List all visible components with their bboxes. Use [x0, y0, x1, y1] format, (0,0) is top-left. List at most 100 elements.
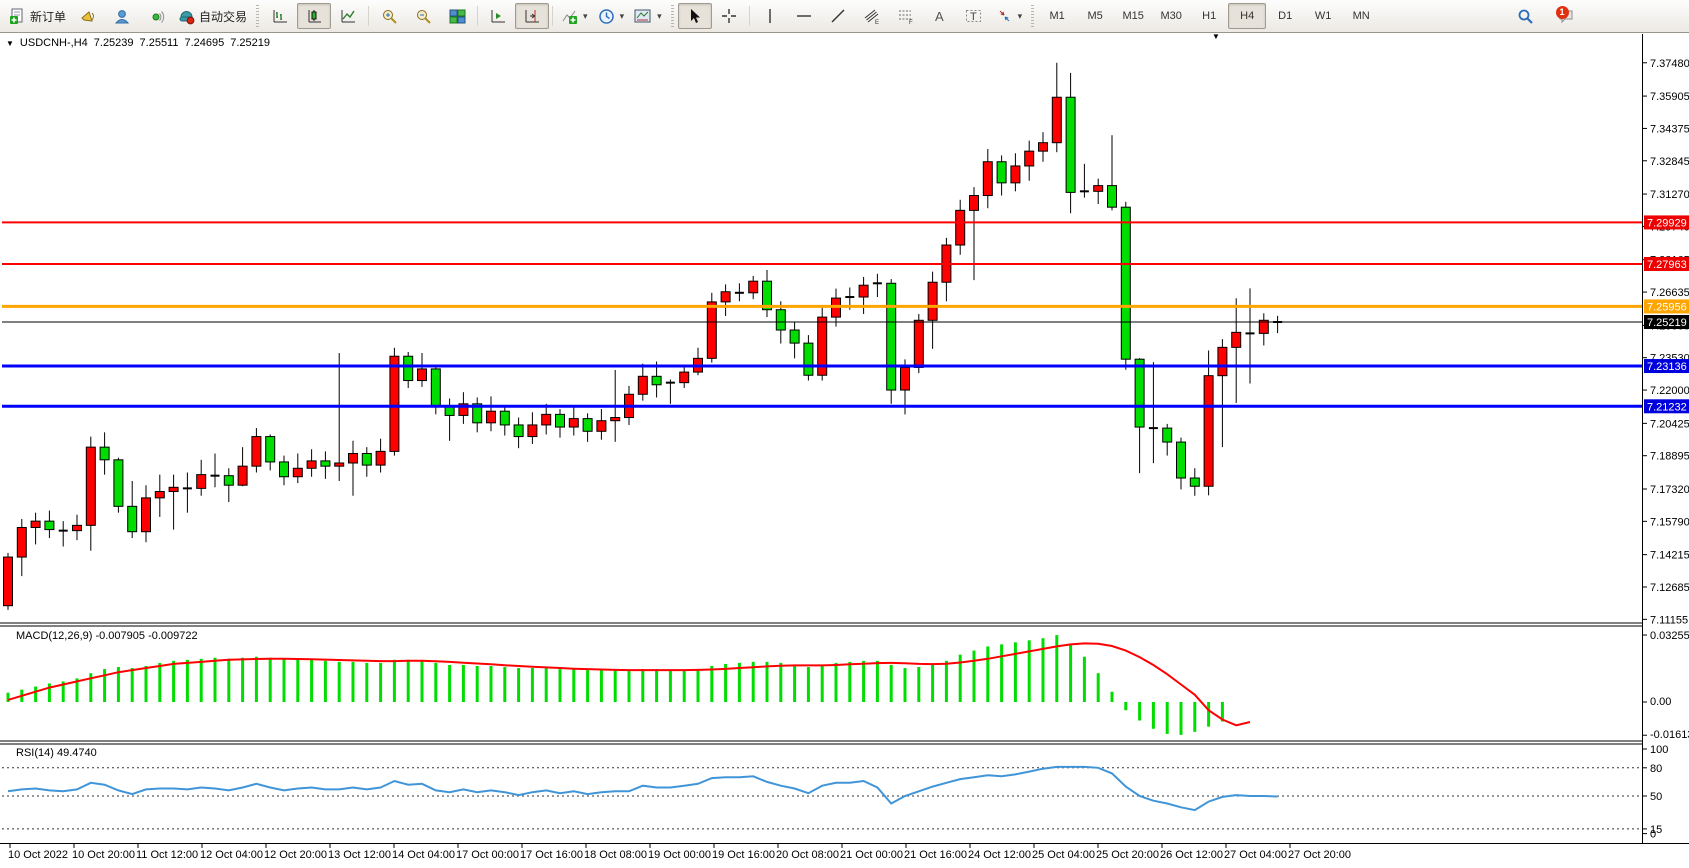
price-badge-label: 7.27963 [1647, 259, 1687, 271]
toolbar-grip [1031, 5, 1034, 27]
timeframe-button-M5[interactable]: M5 [1076, 3, 1114, 29]
price-tick-label: 7.15790 [1650, 516, 1689, 528]
chart-shift-icon [523, 8, 541, 24]
svg-text:T: T [970, 11, 977, 23]
time-tick-label: 21 Oct 00:00 [840, 849, 903, 861]
autotrade-button[interactable]: 自动交易 [173, 3, 252, 29]
community-button[interactable] [105, 3, 139, 29]
chart-menu-icon[interactable]: ▼ [6, 39, 14, 48]
clock-icon [598, 8, 615, 25]
timeframe-button-M30[interactable]: M30 [1152, 3, 1190, 29]
macd-tick-label: 0.00 [1650, 696, 1671, 708]
timeframe-button-MN[interactable]: MN [1342, 3, 1380, 29]
candle-body [790, 330, 799, 343]
crosshair-button[interactable] [712, 3, 746, 29]
time-tick-label: 18 Oct 08:00 [584, 849, 647, 861]
time-tick-label: 10 Oct 20:00 [72, 849, 135, 861]
fibonacci-button[interactable]: F [889, 3, 923, 29]
timeframe-button-M15[interactable]: M15 [1114, 3, 1152, 29]
candle-body [638, 376, 647, 394]
bar-chart-icon [271, 8, 289, 24]
community-icon [114, 8, 131, 25]
price-tick-label: 7.31270 [1650, 189, 1689, 201]
timeframe-button-M1[interactable]: M1 [1038, 3, 1076, 29]
arrows-button[interactable]: ▾ [991, 3, 1028, 29]
dropdown-caret-icon: ▾ [620, 11, 625, 22]
indicators-button[interactable]: ▾ [556, 3, 593, 29]
tile-windows-button[interactable] [440, 3, 474, 29]
toolbar-grip [256, 5, 259, 27]
horn-icon [80, 8, 97, 25]
price-tick-label: 7.20425 [1650, 418, 1689, 430]
candle-body [4, 557, 13, 606]
candlestick-button[interactable] [297, 3, 331, 29]
rsi-tick-label: 100 [1650, 744, 1668, 756]
ohlc-open: 7.25239 [94, 37, 134, 49]
candle-body [1011, 166, 1020, 183]
toolbar: 新订单 自动交易 ▾ ▾ [0, 0, 1689, 33]
candle-body [1039, 143, 1048, 151]
timeframe-button-D1[interactable]: D1 [1266, 3, 1304, 29]
text-label-button[interactable]: T [957, 3, 991, 29]
periods-button[interactable]: ▾ [593, 3, 630, 29]
crosshair-icon [721, 8, 737, 24]
rsi-tick-label: 80 [1650, 763, 1662, 775]
dropdown-caret-icon: ▾ [657, 11, 662, 22]
timeframe-button-H4[interactable]: H4 [1228, 3, 1266, 29]
price-badge-label: 7.21232 [1647, 401, 1687, 413]
timeframe-button-W1[interactable]: W1 [1304, 3, 1342, 29]
candle-body [404, 356, 413, 380]
new-order-icon [9, 8, 26, 25]
new-order-button[interactable]: 新订单 [4, 3, 71, 29]
time-tick-label: 12 Oct 20:00 [264, 849, 327, 861]
candle-body [514, 425, 523, 437]
candle-body [280, 462, 289, 477]
time-tick-label: 19 Oct 00:00 [648, 849, 711, 861]
price-chart[interactable]: 7.374807.359057.343757.328457.312707.297… [0, 32, 1689, 868]
candle-body [1163, 428, 1172, 442]
zoom-out-button[interactable] [406, 3, 440, 29]
time-tick-label: 13 Oct 12:00 [328, 849, 391, 861]
period-marker-icon: ▼ [1212, 32, 1220, 41]
horizontal-line-button[interactable] [787, 3, 821, 29]
search-button[interactable] [1508, 3, 1542, 29]
candle-body [887, 283, 896, 390]
signals-button[interactable] [139, 3, 173, 29]
candle-body [1025, 151, 1034, 166]
line-chart-button[interactable] [331, 3, 365, 29]
vertical-line-button[interactable] [753, 3, 787, 29]
toolbar-grip [671, 5, 674, 27]
candle-body [611, 418, 620, 421]
macd-tick-label: 0.032551 [1650, 630, 1689, 642]
notifications-button[interactable]: 1 [1550, 3, 1584, 29]
candle-body [707, 302, 716, 358]
auto-scroll-button[interactable] [481, 3, 515, 29]
text-button[interactable]: A [923, 3, 957, 29]
candle-body [1232, 332, 1241, 347]
time-tick-label: 17 Oct 16:00 [520, 849, 583, 861]
bar-chart-button[interactable] [263, 3, 297, 29]
rsi-tick-label: 0 [1650, 829, 1656, 841]
time-tick-label: 19 Oct 16:00 [712, 849, 775, 861]
candle-body [542, 414, 551, 425]
timeframe-button-H1[interactable]: H1 [1190, 3, 1228, 29]
trendline-button[interactable] [821, 3, 855, 29]
candle-body [983, 162, 992, 196]
candle-body [142, 498, 151, 532]
template-icon [634, 8, 652, 24]
price-badge-label: 7.29929 [1647, 217, 1687, 229]
time-tick-label: 20 Oct 08:00 [776, 849, 839, 861]
cursor-button[interactable] [678, 3, 712, 29]
candle-body [335, 463, 344, 466]
alerts-button[interactable] [71, 3, 105, 29]
new-order-label: 新订单 [30, 8, 66, 25]
search-icon [1517, 8, 1534, 25]
candle-body [680, 372, 689, 383]
templates-button[interactable]: ▾ [629, 3, 667, 29]
candle-body [1204, 376, 1213, 487]
toolbar-separator [368, 6, 369, 26]
candle-body [1052, 97, 1061, 142]
zoom-in-button[interactable] [372, 3, 406, 29]
chart-shift-button[interactable] [515, 3, 549, 29]
equidistant-channel-button[interactable]: E [855, 3, 889, 29]
